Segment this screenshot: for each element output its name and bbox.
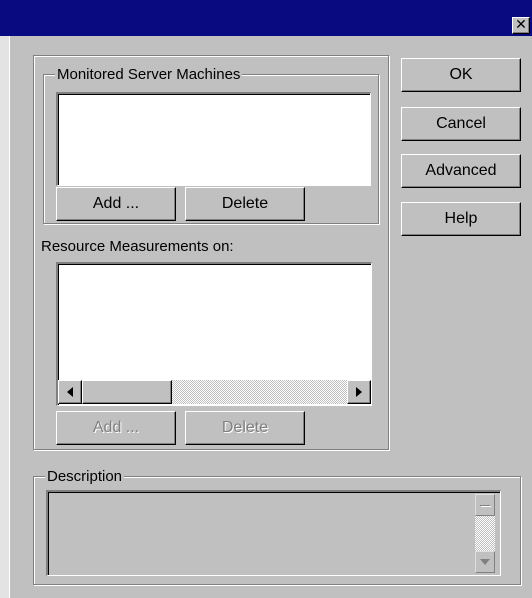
description-textbox[interactable] — [46, 490, 501, 576]
vertical-scrollbar[interactable] — [475, 494, 495, 573]
monitored-servers-list[interactable] — [56, 92, 371, 186]
ok-button[interactable]: OK — [401, 58, 521, 92]
close-icon: ✕ — [515, 17, 527, 33]
arrow-down-icon — [480, 559, 490, 565]
delete-measurement-button[interactable]: Delete — [185, 411, 305, 445]
resource-measurements-label: Resource Measurements on: — [41, 238, 234, 255]
scroll-right-button[interactable] — [347, 380, 371, 404]
window-left-edge — [0, 36, 10, 598]
close-button[interactable]: ✕ — [512, 17, 530, 34]
arrow-left-icon — [67, 387, 73, 397]
scroll-left-button[interactable] — [58, 380, 82, 404]
help-button[interactable]: Help — [401, 202, 521, 236]
scroll-up-button[interactable] — [475, 494, 495, 516]
monitored-servers-legend: Monitored Server Machines — [55, 66, 243, 83]
description-legend: Description — [45, 468, 125, 485]
add-measurement-button[interactable]: Add ... — [56, 411, 176, 445]
delete-server-button[interactable]: Delete — [185, 187, 305, 221]
add-server-button[interactable]: Add ... — [56, 187, 176, 221]
vertical-scroll-track[interactable] — [475, 516, 495, 551]
horizontal-scrollbar[interactable] — [58, 380, 371, 404]
resource-measurements-list[interactable] — [56, 262, 372, 406]
cancel-button[interactable]: Cancel — [401, 107, 521, 141]
scroll-down-button[interactable] — [475, 551, 495, 573]
arrow-right-icon — [356, 387, 362, 397]
scroll-track[interactable] — [172, 380, 347, 404]
scroll-thumb[interactable] — [82, 380, 172, 404]
title-bar — [0, 0, 532, 36]
advanced-button[interactable]: Advanced — [401, 154, 521, 188]
minus-icon — [480, 504, 490, 506]
